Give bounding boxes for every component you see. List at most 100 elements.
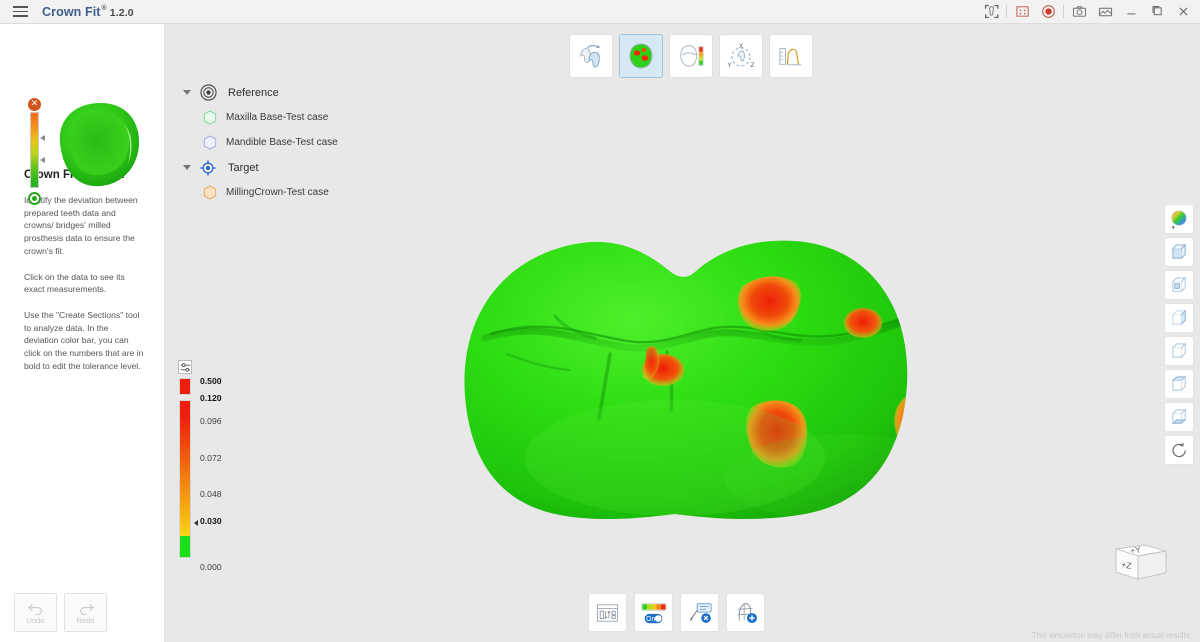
mini-color-bar[interactable] xyxy=(30,112,45,188)
divider xyxy=(1006,5,1007,18)
color-bar-toggle-button[interactable]: On xyxy=(634,593,673,632)
navigation-cube[interactable]: +Y +Z xyxy=(1110,529,1172,584)
legend-tick-0[interactable]: 0.500 xyxy=(200,376,222,386)
data-panel-icon xyxy=(596,603,619,622)
scan-compare-icon[interactable] xyxy=(978,0,1004,24)
view-front-button[interactable] xyxy=(1164,237,1194,267)
measure-profile-icon xyxy=(779,48,802,66)
hamburger-menu-icon[interactable] xyxy=(6,0,34,24)
tree-group-reference[interactable]: Reference xyxy=(177,80,507,105)
deviation-map-icon xyxy=(629,43,653,69)
rotate-axes-button[interactable]: X Y Z xyxy=(719,34,763,78)
thumbnail-model[interactable] xyxy=(46,98,146,190)
tree-item-millingcrown[interactable]: MillingCrown-Test case xyxy=(177,180,507,205)
deviation-map-button[interactable] xyxy=(619,34,663,78)
undo-arrow-icon xyxy=(27,603,42,615)
chevron-down-icon[interactable] xyxy=(181,161,194,174)
maximize-icon[interactable] xyxy=(1144,0,1170,24)
close-icon[interactable] xyxy=(1170,0,1196,24)
chevron-down-icon[interactable] xyxy=(181,86,194,99)
tree-item-maxilla[interactable]: Maxilla Base-Test case xyxy=(177,105,507,130)
mesh-hex-icon xyxy=(203,110,217,125)
undo-label: Undo xyxy=(26,615,45,625)
view-top-button[interactable] xyxy=(1164,369,1194,399)
tolerance-marker-icon xyxy=(194,520,198,526)
target-crosshair-icon xyxy=(197,157,219,179)
tree-item-mandible[interactable]: Mandible Base-Test case xyxy=(177,130,507,155)
undo-button[interactable]: Undo xyxy=(14,593,57,632)
screenshot-icon[interactable] xyxy=(1066,0,1092,24)
delete-annotation-icon xyxy=(689,602,712,623)
tree-label-reference: Reference xyxy=(228,86,279,99)
title-bar: Crown Fit® 1.2.0 xyxy=(0,0,1200,24)
crown-fit-application: Crown Fit® 1.2.0 ✕ Crown Identify the de… xyxy=(0,0,1200,642)
color-scale-button[interactable] xyxy=(669,34,713,78)
data-panel-button[interactable] xyxy=(588,593,627,632)
color-scale-icon xyxy=(680,45,704,67)
crop-region-icon[interactable] xyxy=(1009,0,1035,24)
legend-tick-1[interactable]: 0.120 xyxy=(200,393,222,403)
svg-text:Z: Z xyxy=(751,62,755,69)
tools-toolbar: On xyxy=(588,593,765,632)
deviation-color-bar: 0.500 0.120 0.096 0.072 0.048 0.030 0.00… xyxy=(177,360,247,572)
left-sidebar: ✕ Crown Identify the deviation between p… xyxy=(0,24,165,642)
reference-target-icon xyxy=(197,82,219,104)
navcube-top-label: +Y xyxy=(1129,544,1141,556)
view-bottom-button[interactable] xyxy=(1164,402,1194,432)
app-version-text: 1.2.0 xyxy=(109,6,134,19)
legend-tick-3: 0.072 xyxy=(200,453,222,463)
reset-view-button[interactable] xyxy=(1164,435,1194,465)
view-orientation-toolbar xyxy=(1164,204,1194,465)
cube-top-icon xyxy=(1171,375,1186,391)
description-paragraph-1: Identify the deviation between prepared … xyxy=(24,195,138,256)
view-back-button[interactable] xyxy=(1164,270,1194,300)
redo-button[interactable]: Redo xyxy=(64,593,107,632)
max-deviation-marker-icon[interactable]: ✕ xyxy=(28,98,41,111)
color-wheel-button[interactable] xyxy=(1164,204,1194,234)
cube-right-icon xyxy=(1171,342,1186,358)
description-paragraph-3: Use the "Create Sections" tool to analyz… xyxy=(24,310,144,371)
reset-view-icon xyxy=(1171,442,1186,457)
view-left-button[interactable] xyxy=(1164,303,1194,333)
color-wheel-icon xyxy=(1170,209,1187,229)
minimize-icon[interactable] xyxy=(1118,0,1144,24)
main-workspace: X Y Z Reference Maxilla Base-Test case M… xyxy=(165,24,1200,642)
legend-tick-2: 0.096 xyxy=(200,416,222,426)
cube-left-icon xyxy=(1171,309,1186,325)
cube-back-icon xyxy=(1171,276,1186,292)
data-tree: Reference Maxilla Base-Test case Mandibl… xyxy=(177,80,507,205)
create-section-button[interactable] xyxy=(726,593,765,632)
measure-profile-button[interactable] xyxy=(769,34,813,78)
tree-label-maxilla: Maxilla Base-Test case xyxy=(226,112,329,123)
min-deviation-marker-icon[interactable] xyxy=(28,192,41,205)
description-paragraph-2: Click on the data to see its exact measu… xyxy=(24,271,125,295)
tree-label-millingcrown: MillingCrown-Test case xyxy=(226,187,329,198)
legend-tick-6: 0.000 xyxy=(200,562,222,572)
gallery-icon[interactable] xyxy=(1092,0,1118,24)
divider xyxy=(1063,5,1064,18)
legend-tick-5[interactable]: 0.030 xyxy=(200,516,222,526)
trademark-symbol: ® xyxy=(101,5,107,13)
over-range-swatch[interactable] xyxy=(179,378,191,395)
navcube-front-label: +Z xyxy=(1121,559,1133,571)
tolerance-settings-icon[interactable] xyxy=(178,360,192,374)
view-mode-toolbar: X Y Z xyxy=(569,34,813,78)
redo-label: Redo xyxy=(76,615,95,625)
legend-tick-4: 0.048 xyxy=(200,489,222,499)
app-title: Crown Fit® 1.2.0 xyxy=(42,5,134,19)
disclaimer-text: This simulation may differ from actual r… xyxy=(1031,631,1192,640)
rotate-axes-icon: X Y Z xyxy=(727,43,755,69)
view-right-button[interactable] xyxy=(1164,336,1194,366)
tree-group-target[interactable]: Target xyxy=(177,155,507,180)
create-section-icon xyxy=(737,602,757,623)
record-icon[interactable] xyxy=(1035,0,1061,24)
mesh-hex-icon xyxy=(203,135,217,150)
delete-annotation-button[interactable] xyxy=(680,593,719,632)
tree-label-target: Target xyxy=(228,161,259,174)
align-data-icon xyxy=(580,44,600,68)
gradient-scale[interactable] xyxy=(179,400,191,558)
app-name-text: Crown Fit xyxy=(42,4,101,19)
align-data-button[interactable] xyxy=(569,34,613,78)
mesh-hex-icon xyxy=(203,185,217,200)
undo-redo-group: Undo Redo xyxy=(14,593,107,632)
